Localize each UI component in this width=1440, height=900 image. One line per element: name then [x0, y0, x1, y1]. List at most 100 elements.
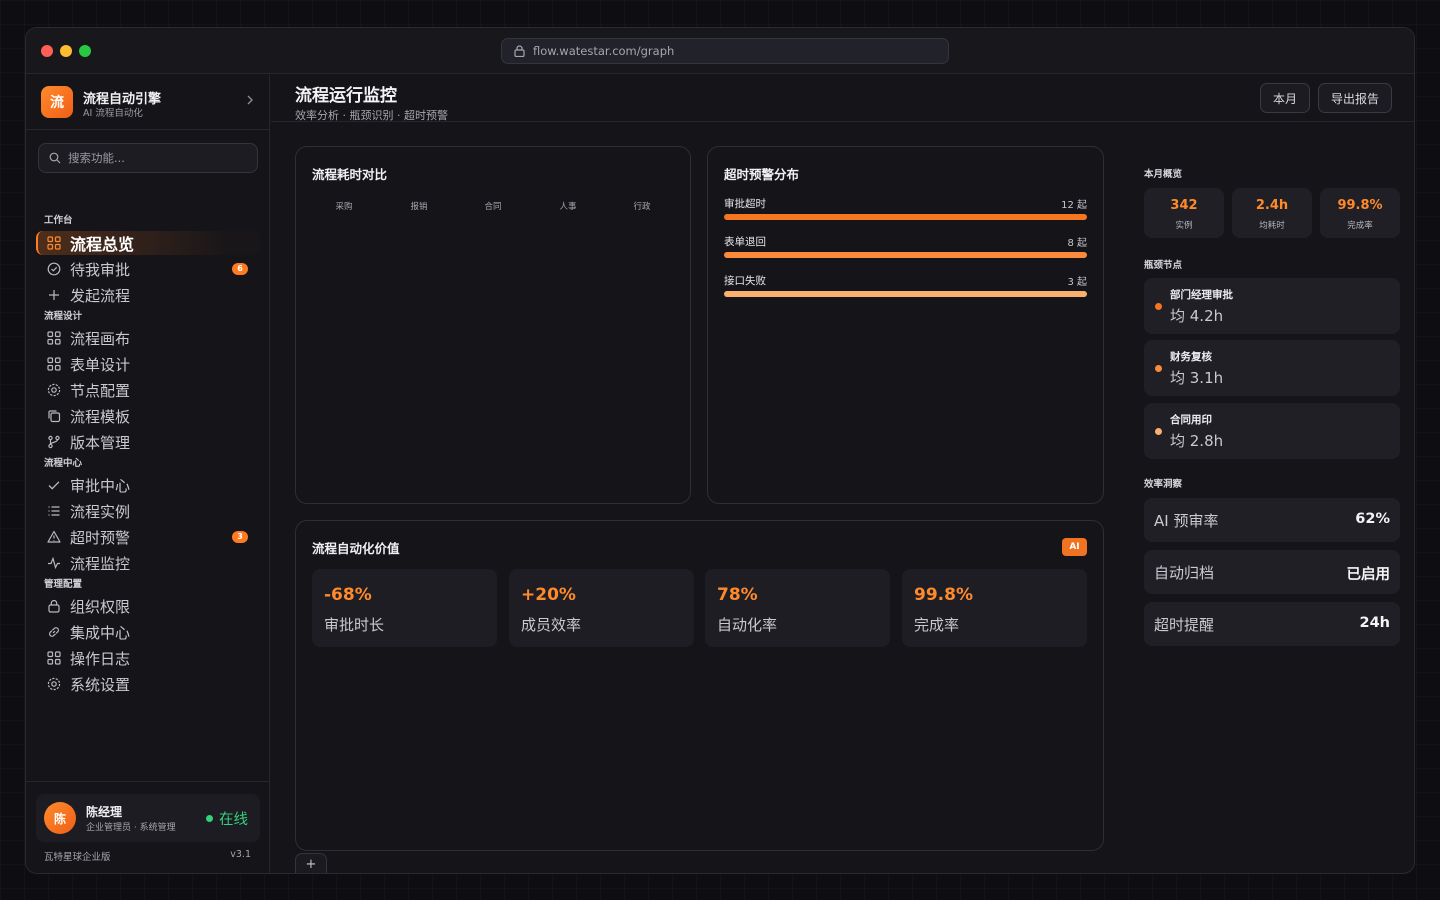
stat-value: 99.8% — [1337, 198, 1383, 213]
titlebar: flow.watestar.com/graph — [26, 28, 1414, 74]
insight-label: 自动归档 — [1154, 564, 1215, 582]
nav-item-label: 表单设计 — [70, 355, 131, 374]
nav-section-label: 流程中心 — [44, 458, 83, 469]
nav-item-label: 流程实例 — [70, 502, 131, 521]
nav-item-flow-template[interactable]: 流程模板 — [36, 404, 260, 428]
metric-tile: 99.8% 完成率 — [902, 569, 1087, 647]
user-name: 陈经理 — [86, 805, 123, 819]
count-badge: 6 — [232, 263, 248, 275]
metric-value: +20% — [521, 585, 576, 605]
nav-item-flow-monitor[interactable]: 流程监控 — [36, 551, 260, 575]
grid-icon — [47, 651, 61, 665]
stat-tile: 342 实例 — [1144, 188, 1224, 238]
stat-label: 完成率 — [1347, 221, 1373, 231]
nav-item-form-design[interactable]: 表单设计 — [36, 352, 260, 376]
nav-item-label: 节点配置 — [70, 381, 131, 400]
bottleneck-name: 部门经理审批 — [1170, 289, 1233, 301]
metric-value: 99.8% — [914, 585, 973, 605]
metric-label: 审批时长 — [324, 616, 385, 634]
bottleneck-value: 均 4.2h — [1170, 307, 1224, 325]
nav-item-flow-instances[interactable]: 流程实例 — [36, 499, 260, 523]
search-icon — [49, 152, 61, 164]
page-title: 流程运行监控 — [295, 86, 397, 106]
divider — [26, 129, 269, 130]
nav-item-node-config[interactable]: 节点配置 — [36, 378, 260, 402]
card-title: 超时预警分布 — [724, 167, 800, 182]
alert-label: 审批超时 — [724, 198, 766, 210]
nav-item-label: 流程总览 — [70, 235, 135, 254]
stat-value: 342 — [1170, 198, 1198, 213]
divider — [271, 121, 1414, 122]
count-badge: 3 — [232, 531, 248, 543]
section-label: 效率洞察 — [1144, 479, 1183, 490]
nav-item-system-settings[interactable]: 系统设置 — [36, 672, 260, 696]
nav-item-overview[interactable]: 流程总览 — [36, 231, 260, 255]
nav-item-start-flow[interactable]: 发起流程 — [36, 283, 260, 307]
link-icon — [49, 627, 59, 637]
copy-icon — [48, 410, 61, 423]
maximize-window-button[interactable] — [79, 45, 91, 57]
nav-section-label: 流程设计 — [44, 311, 83, 322]
minimize-window-button[interactable] — [60, 45, 72, 57]
progress-track — [724, 214, 1087, 220]
metric-tile: +20% 成员效率 — [509, 569, 694, 647]
nav-item-version-mgmt[interactable]: 版本管理 — [36, 430, 260, 454]
metric-label: 成员效率 — [521, 616, 582, 634]
bottleneck-item[interactable]: 合同用印 均 2.8h — [1144, 403, 1400, 459]
insight-value: 24h — [1359, 615, 1390, 631]
status-dot — [1155, 303, 1162, 310]
grid-icon — [47, 357, 61, 371]
browser-window: flow.watestar.com/graph 流 流程自动引擎 AI 流程自动… — [25, 27, 1415, 874]
nav-item-label: 版本管理 — [70, 433, 131, 452]
nav-item-label: 发起流程 — [70, 286, 131, 305]
nav-item-label: 审批中心 — [70, 476, 131, 495]
search-placeholder: 搜索功能... — [68, 151, 125, 165]
nav-section-label: 管理配置 — [44, 579, 83, 590]
nav-item-flow-canvas[interactable]: 流程画布 — [36, 326, 260, 350]
insight-row[interactable]: AI 预审率 62% — [1144, 498, 1400, 542]
brand-switcher[interactable]: 流 流程自动引擎 AI 流程自动化 — [41, 86, 256, 120]
bottleneck-item[interactable]: 部门经理审批 均 4.2h — [1144, 278, 1400, 334]
check-icon — [48, 481, 60, 490]
close-window-button[interactable] — [41, 45, 53, 57]
insight-row[interactable]: 超时提醒 24h — [1144, 602, 1400, 646]
insight-label: 超时提醒 — [1154, 616, 1215, 634]
bottleneck-name: 合同用印 — [1170, 414, 1212, 426]
timeout-alert-card: 超时预警分布 审批超时 12 起 表单退回 8 起 接口失败 3 起 — [707, 146, 1104, 504]
nav-item-pending-approval[interactable]: 待我审批 6 — [36, 257, 260, 281]
alert-label: 接口失败 — [724, 275, 766, 287]
nav-item-audit-log[interactable]: 操作日志 — [36, 646, 260, 670]
search-input[interactable]: 搜索功能... — [38, 143, 258, 173]
nav-item-timeout-alert[interactable]: 超时预警 3 — [36, 525, 260, 549]
grid-icon — [47, 331, 61, 345]
alert-count: 12 起 — [1061, 200, 1087, 211]
lock-icon — [48, 599, 60, 613]
bottleneck-item[interactable]: 财务复核 均 3.1h — [1144, 340, 1400, 396]
card-title: 流程耗时对比 — [312, 167, 388, 182]
month-filter-button[interactable]: 本月 — [1260, 83, 1310, 113]
stat-tile: 99.8% 完成率 — [1320, 188, 1400, 238]
alert-count: 8 起 — [1067, 238, 1087, 249]
bottleneck-value: 均 3.1h — [1170, 369, 1224, 387]
alert-count: 3 起 — [1067, 277, 1087, 288]
metric-label: 完成率 — [914, 616, 960, 634]
insight-row[interactable]: 自动归档 已启用 — [1144, 550, 1400, 594]
insight-label: AI 预审率 — [1154, 512, 1219, 530]
nav-item-approval-center[interactable]: 审批中心 — [36, 473, 260, 497]
stat-label: 均耗时 — [1259, 221, 1285, 231]
metric-tile: 78% 自动化率 — [705, 569, 890, 647]
warning-icon — [47, 530, 61, 543]
user-profile-card[interactable]: 陈 陈经理 企业管理员 · 系统管理 在线 — [36, 794, 260, 842]
avatar: 陈 — [44, 802, 76, 834]
nav-item-integration[interactable]: 集成中心 — [36, 620, 260, 644]
nav-item-label: 组织权限 — [70, 597, 131, 616]
check-circle-icon — [47, 262, 61, 276]
nav-item-label: 操作日志 — [70, 649, 131, 668]
sidebar: 流 流程自动引擎 AI 流程自动化 搜索功能... 工作台 流程总览 待我审批 … — [26, 75, 270, 873]
add-tab-button[interactable]: + — [295, 853, 327, 873]
export-report-button[interactable]: 导出报告 — [1318, 83, 1392, 113]
metric-label: 自动化率 — [717, 616, 778, 634]
address-bar[interactable]: flow.watestar.com/graph — [501, 38, 949, 64]
category-label: 行政 — [633, 202, 651, 212]
nav-item-org-permissions[interactable]: 组织权限 — [36, 594, 260, 618]
